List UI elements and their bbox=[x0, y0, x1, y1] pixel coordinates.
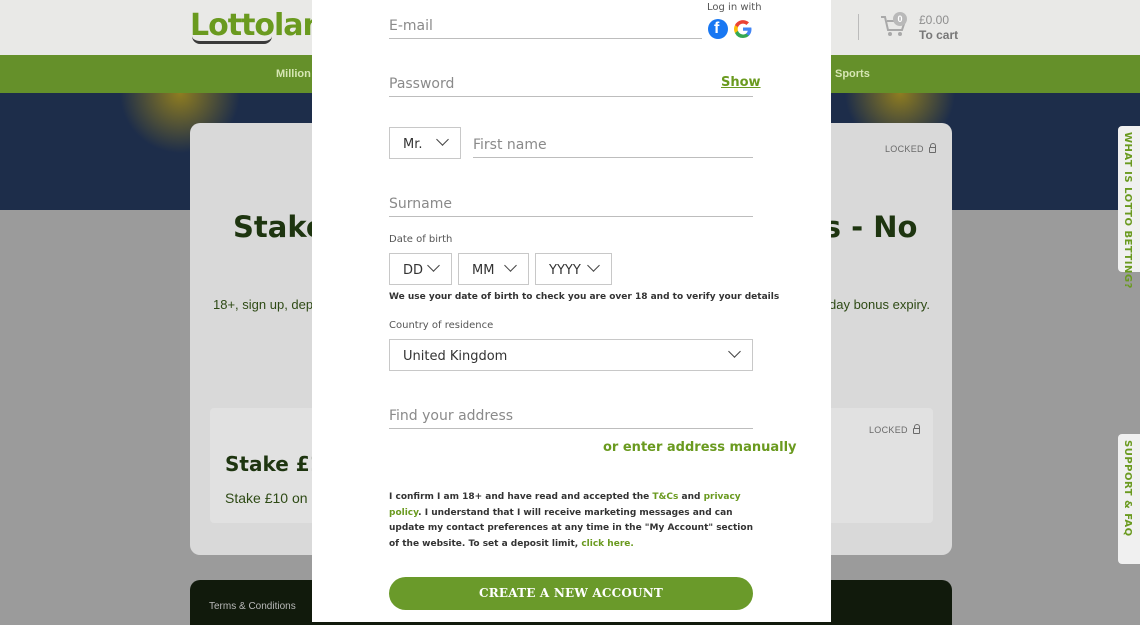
dob-month-select[interactable]: MM bbox=[458, 253, 529, 285]
login-with-label: Log in with bbox=[707, 2, 762, 13]
chevron-down-icon bbox=[587, 259, 600, 272]
surname-field[interactable] bbox=[389, 216, 753, 217]
dob-year-select[interactable]: YYYY bbox=[535, 253, 612, 285]
consent-text: I confirm I am 18+ and have read and acc… bbox=[389, 490, 755, 553]
chevron-down-icon bbox=[436, 133, 449, 146]
address-search-field[interactable] bbox=[389, 428, 753, 429]
enter-address-manually-link[interactable]: or enter address manually bbox=[603, 440, 797, 455]
email-field[interactable] bbox=[389, 38, 702, 39]
first-name-field[interactable] bbox=[473, 157, 753, 158]
create-account-button[interactable]: CREATE A NEW ACCOUNT bbox=[389, 577, 753, 610]
surname-placeholder: Surname bbox=[389, 196, 452, 212]
dob-note: We use your date of birth to check you a… bbox=[389, 292, 780, 302]
country-label: Country of residence bbox=[389, 320, 494, 331]
dob-day-select[interactable]: DD bbox=[389, 253, 452, 285]
chevron-down-icon bbox=[504, 259, 517, 272]
dob-year-value: YYYY bbox=[549, 263, 581, 278]
country-select[interactable]: United Kingdom bbox=[389, 339, 753, 371]
password-field-placeholder: Password bbox=[389, 76, 455, 92]
consent-part1: I confirm I am 18+ and have read and acc… bbox=[389, 492, 653, 502]
show-password-link[interactable]: Show bbox=[721, 75, 761, 90]
deposit-limit-link[interactable]: click here. bbox=[581, 539, 633, 549]
tcs-link[interactable]: T&Cs bbox=[652, 492, 678, 502]
chevron-down-icon bbox=[427, 259, 440, 272]
title-select[interactable]: Mr. bbox=[389, 127, 461, 159]
title-select-value: Mr. bbox=[403, 137, 423, 152]
password-field[interactable] bbox=[389, 96, 753, 97]
chevron-down-icon bbox=[728, 345, 741, 358]
consent-part2: and bbox=[678, 492, 704, 502]
google-icon[interactable] bbox=[733, 19, 753, 39]
address-placeholder: Find your address bbox=[389, 408, 514, 424]
email-field-placeholder: E-mail bbox=[389, 18, 433, 34]
dob-month-value: MM bbox=[472, 263, 495, 278]
dob-label: Date of birth bbox=[389, 234, 453, 245]
first-name-placeholder: First name bbox=[473, 137, 547, 153]
facebook-icon[interactable]: f bbox=[708, 19, 728, 39]
country-value: United Kingdom bbox=[403, 349, 508, 364]
dob-day-value: DD bbox=[403, 263, 424, 278]
consent-part3: . I understand that I will receive marke… bbox=[389, 507, 753, 550]
